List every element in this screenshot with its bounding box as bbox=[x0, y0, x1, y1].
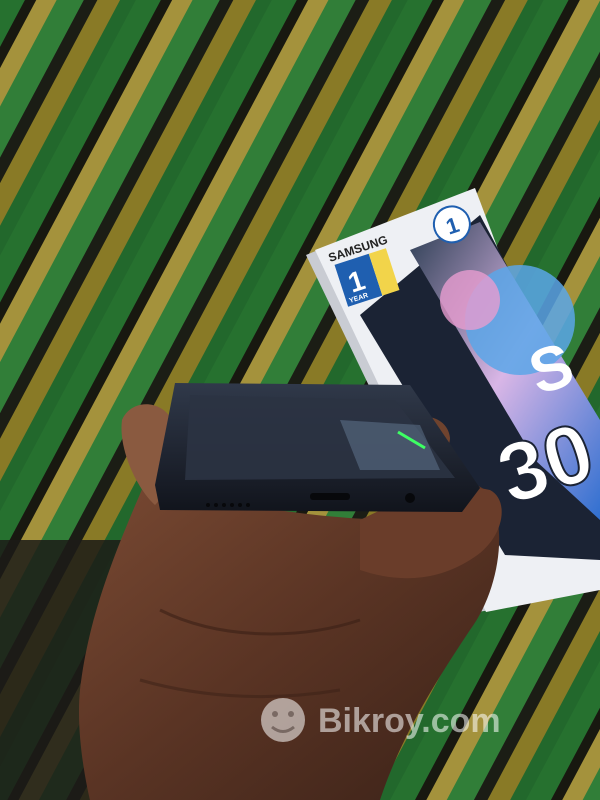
headphone-jack bbox=[405, 493, 415, 503]
watermark-logo-icon bbox=[261, 698, 305, 742]
box-art-blob-pink bbox=[440, 270, 500, 330]
watermark-text: Bikroy.com bbox=[318, 702, 501, 740]
watermark: Bikroy.com bbox=[261, 698, 501, 742]
usb-port bbox=[310, 493, 350, 500]
product-photo: SAMSUNG 1 YEAR 1 S 30 Bikroy.com bbox=[0, 0, 600, 800]
